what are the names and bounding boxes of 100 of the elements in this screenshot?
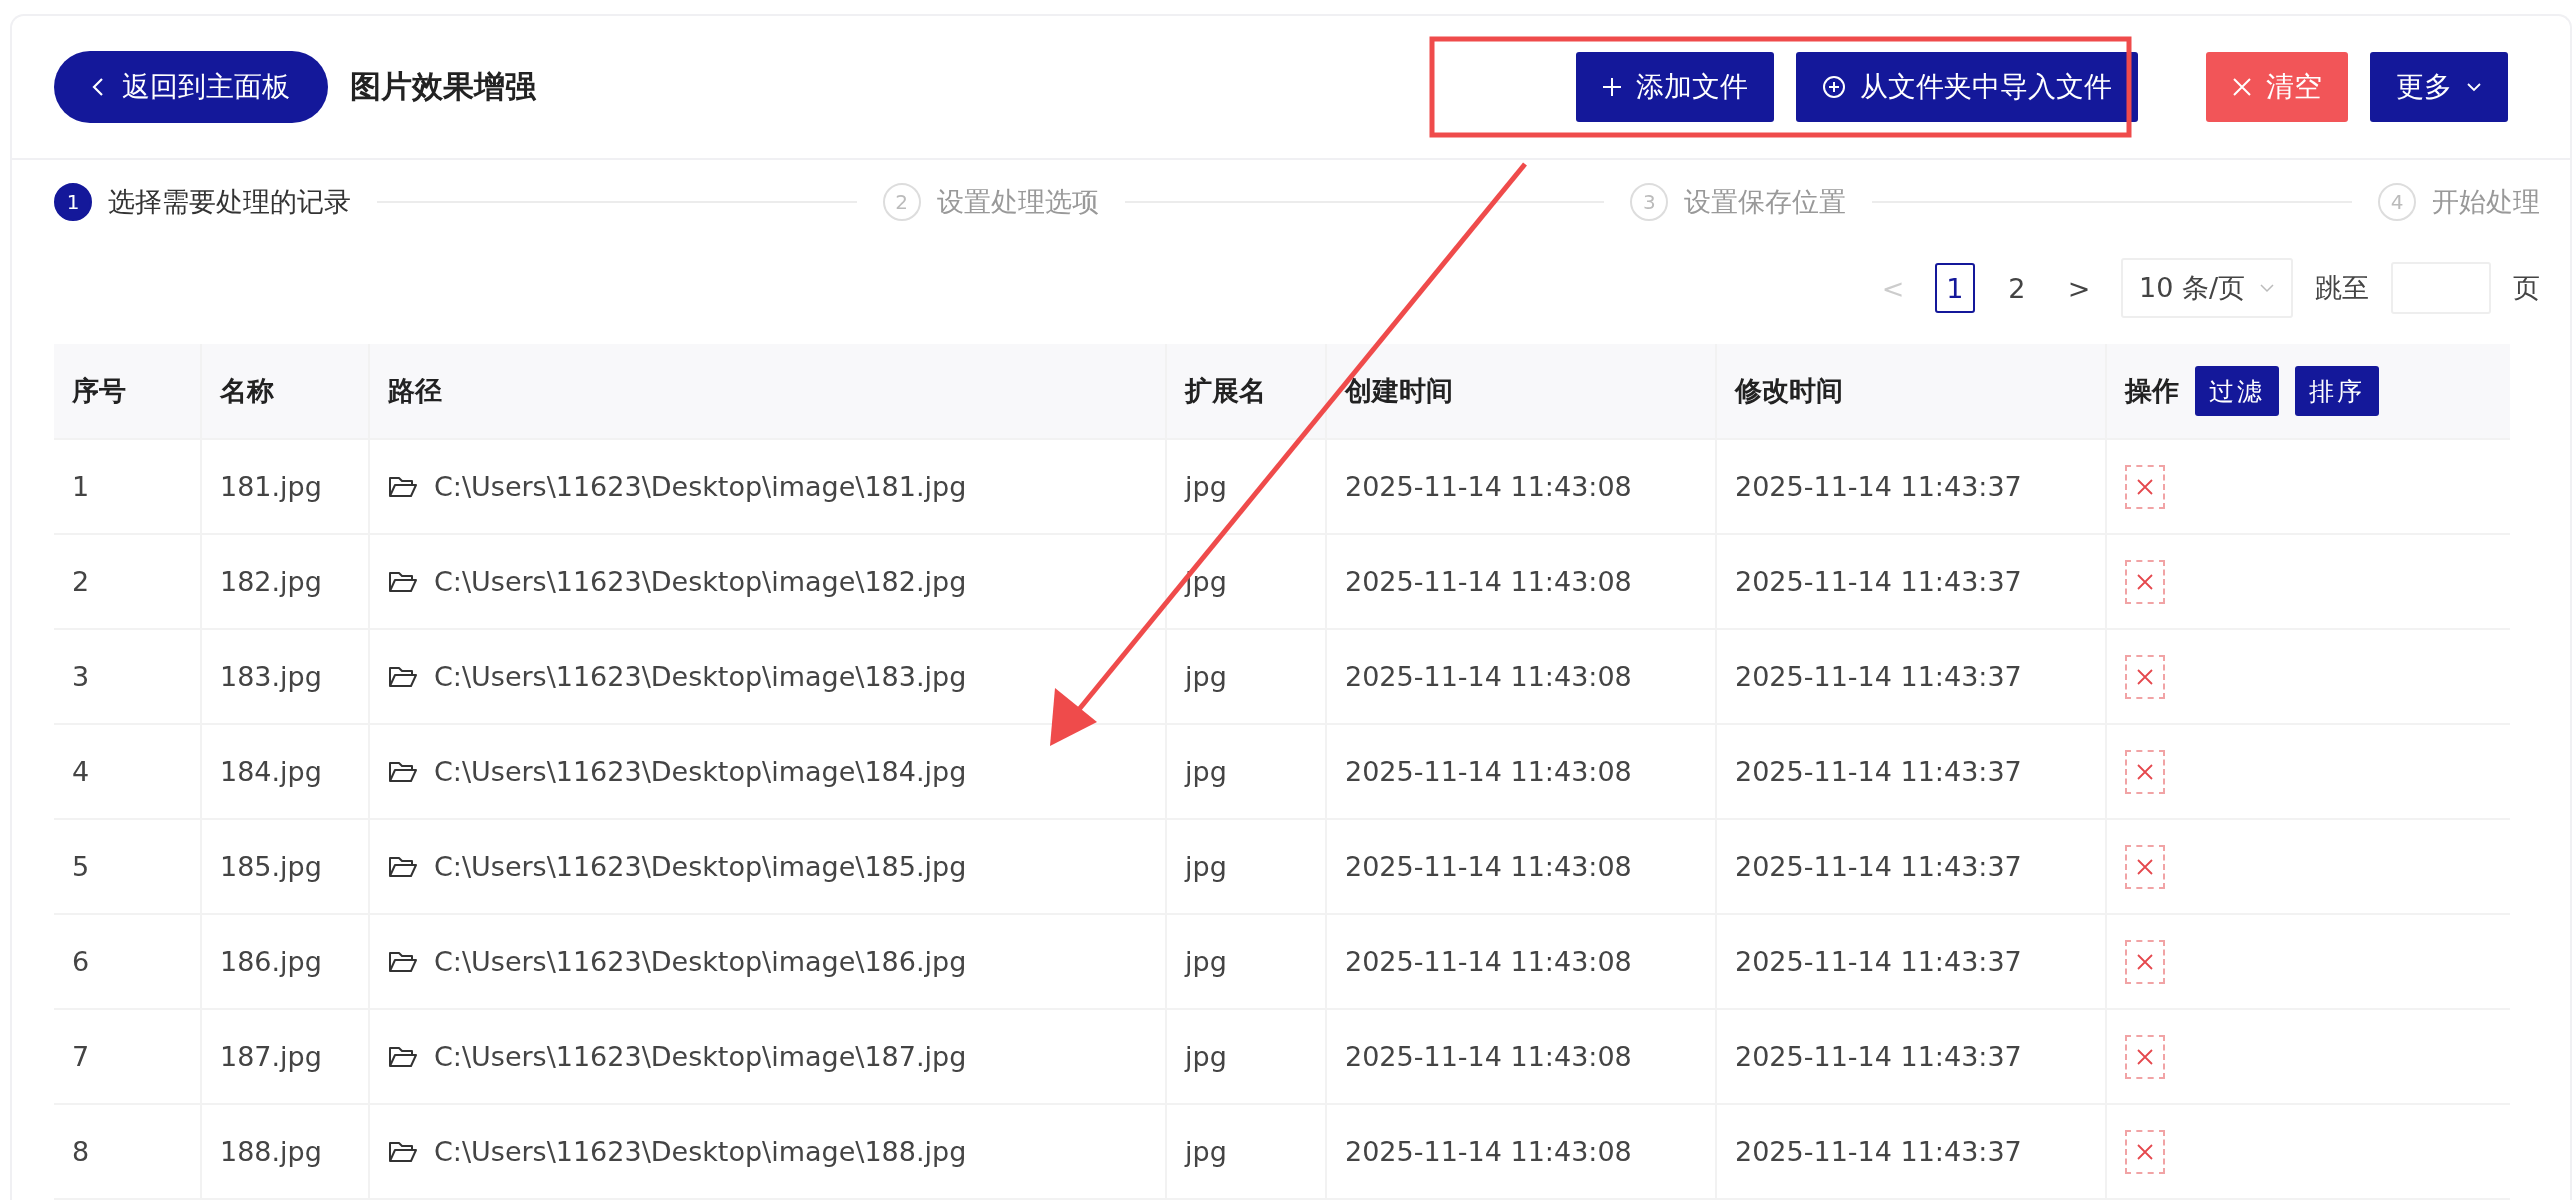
table-cell: 184.jpg	[202, 725, 370, 818]
folder-icon	[388, 475, 418, 498]
delete-button[interactable]	[2125, 654, 2165, 699]
column-header: 路径	[370, 344, 1167, 438]
back-button[interactable]: 返回到主面板	[54, 51, 328, 123]
delete-button[interactable]	[2125, 844, 2165, 889]
step-label: 设置保存位置	[1684, 185, 1847, 219]
table-cell: 186.jpg	[202, 915, 370, 1008]
table-cell: jpg	[1167, 915, 1327, 1008]
table-cell: 3	[54, 630, 202, 723]
table-cell: 7	[54, 1010, 202, 1103]
table-cell: C:\Users\11623\Desktop\image\182.jpg	[434, 566, 967, 597]
table-cell: C:\Users\11623\Desktop\image\185.jpg	[434, 851, 967, 882]
table-cell: 1	[54, 440, 202, 533]
step-number: 3	[1630, 183, 1669, 221]
table-cell: 2025-11-14 11:43:08	[1327, 535, 1717, 628]
close-icon	[2135, 571, 2155, 592]
table-cell: C:\Users\11623\Desktop\image\183.jpg	[434, 661, 967, 692]
jump-label: 跳至	[2315, 271, 2369, 305]
table-cell: 2025-11-14 11:43:08	[1327, 630, 1717, 723]
delete-button[interactable]	[2125, 749, 2165, 794]
table-cell: jpg	[1167, 1105, 1327, 1198]
column-header: 名称	[202, 344, 370, 438]
table-cell: jpg	[1167, 725, 1327, 818]
table-cell: 2	[54, 535, 202, 628]
table-cell: 2025-11-14 11:43:08	[1327, 820, 1717, 913]
close-icon	[2135, 476, 2155, 497]
step-number: 1	[54, 183, 92, 221]
table-cell: 2025-11-14 11:43:37	[1717, 1010, 2107, 1103]
table-cell: 2025-11-14 11:43:08	[1327, 1010, 1717, 1103]
delete-button[interactable]	[2125, 939, 2165, 984]
chevron-left-icon	[92, 77, 104, 97]
table-cell: 182.jpg	[202, 535, 370, 628]
delete-button[interactable]	[2125, 1034, 2165, 1079]
page-button[interactable]: 2	[1996, 263, 2037, 313]
page-button[interactable]: 1	[1934, 263, 1975, 313]
folder-icon	[388, 570, 418, 593]
folder-icon	[388, 760, 418, 783]
column-header: 序号	[54, 344, 202, 438]
table-cell: C:\Users\11623\Desktop\image\184.jpg	[434, 756, 967, 787]
table-cell: 2025-11-14 11:43:37	[1717, 915, 2107, 1008]
table-cell: jpg	[1167, 1010, 1327, 1103]
table-cell: 187.jpg	[202, 1010, 370, 1103]
delete-button[interactable]	[2125, 559, 2165, 604]
table-cell: 2025-11-14 11:43:08	[1327, 440, 1717, 533]
close-icon	[2135, 856, 2155, 877]
table-cell: 2025-11-14 11:43:08	[1327, 725, 1717, 818]
step-label: 选择需要处理的记录	[108, 185, 351, 219]
delete-button[interactable]	[2125, 1129, 2165, 1174]
close-icon	[2135, 666, 2155, 687]
close-icon	[2135, 951, 2155, 972]
caret-icon	[2259, 283, 2275, 293]
close-icon	[2135, 1046, 2155, 1067]
close-icon	[2135, 761, 2155, 782]
table-cell: 2025-11-14 11:43:37	[1717, 820, 2107, 913]
folder-icon	[388, 1045, 418, 1068]
step-number: 2	[882, 183, 921, 221]
next-page-button[interactable]: >	[2058, 263, 2099, 313]
table-cell: 4	[54, 725, 202, 818]
table-cell: C:\Users\11623\Desktop\image\181.jpg	[434, 471, 967, 502]
step-label: 设置处理选项	[936, 185, 1099, 219]
import-button[interactable]: 从文件夹中导入文件	[1796, 52, 2138, 122]
column-header: 创建时间	[1327, 344, 1717, 438]
table-cell: 2025-11-14 11:43:08	[1327, 1105, 1717, 1198]
column-header: 扩展名	[1167, 344, 1327, 438]
folder-icon	[388, 665, 418, 688]
table-cell: 2025-11-14 11:43:37	[1717, 535, 2107, 628]
close-icon	[2135, 1141, 2155, 1162]
add-button[interactable]: 添加文件	[1576, 52, 1774, 122]
folder-icon	[388, 855, 418, 878]
close-icon	[2232, 77, 2252, 97]
table-cell: 2025-11-14 11:43:37	[1717, 725, 2107, 818]
table-cell: jpg	[1167, 440, 1327, 533]
more-button[interactable]: 更多	[2370, 52, 2508, 122]
table-cell: 188.jpg	[202, 1105, 370, 1198]
step-number: 4	[2378, 183, 2416, 221]
table-cell: C:\Users\11623\Desktop\image\187.jpg	[434, 1041, 967, 1072]
caret-icon	[2466, 82, 2482, 92]
table-cell: 2025-11-14 11:43:37	[1717, 1105, 2107, 1198]
table-cell: jpg	[1167, 630, 1327, 723]
table-cell: jpg	[1167, 535, 1327, 628]
table-cell: 185.jpg	[202, 820, 370, 913]
folder-icon	[388, 950, 418, 973]
table-cell: 5	[54, 820, 202, 913]
page-title: 图片效果增强	[350, 67, 536, 106]
table-cell: 181.jpg	[202, 440, 370, 533]
table-cell: 2025-11-14 11:43:37	[1717, 630, 2107, 723]
plus-circle-icon	[1822, 75, 1846, 99]
table-cell: 183.jpg	[202, 630, 370, 723]
page-size-select[interactable]: 10 条/页	[2120, 258, 2293, 318]
table-cell: C:\Users\11623\Desktop\image\188.jpg	[434, 1136, 967, 1167]
header-button[interactable]: 排序	[2295, 366, 2379, 416]
delete-button[interactable]	[2125, 464, 2165, 509]
table-cell: C:\Users\11623\Desktop\image\186.jpg	[434, 946, 967, 977]
step-label: 开始处理	[2432, 185, 2540, 219]
plus-icon	[1602, 77, 1622, 97]
page-unit-label: 页	[2513, 271, 2540, 305]
column-header: 修改时间	[1717, 344, 2107, 438]
column-header: 操作	[2125, 374, 2179, 408]
header-button[interactable]: 过滤	[2195, 366, 2279, 416]
